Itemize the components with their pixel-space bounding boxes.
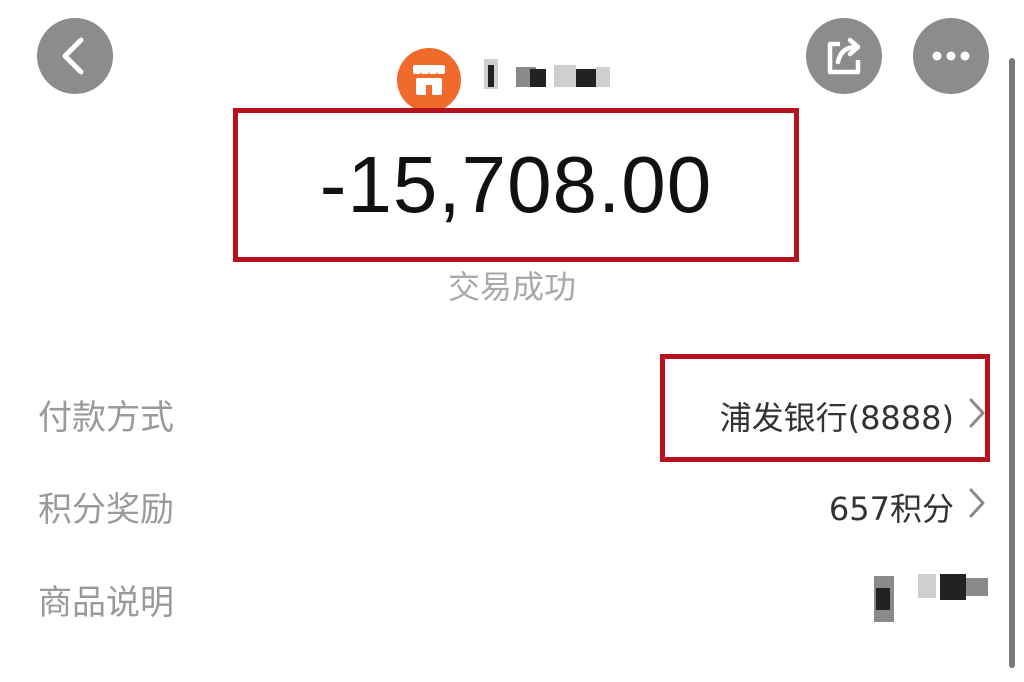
merchant-logo [397,48,461,112]
chevron-right-icon[interactable] [966,486,988,520]
points-reward-value[interactable]: 657积分 [829,484,954,530]
payment-method-label: 付款方式 [38,398,174,438]
transaction-status: 交易成功 [447,268,576,306]
product-description-redacted [870,570,992,622]
product-description-label: 商品说明 [38,583,174,623]
amount-highlight-box: -15,708.00 [233,108,799,262]
scrollbar[interactable] [1009,58,1015,668]
payment-method-value[interactable]: 浦发银行(8888) [720,393,954,439]
transaction-amount: -15,708.00 [319,140,713,229]
points-reward-label: 积分奖励 [38,490,174,530]
merchant-name-redacted [484,47,624,93]
more-dots-icon [932,51,970,61]
more-button[interactable] [913,18,989,94]
share-button[interactable] [806,18,882,94]
back-button[interactable] [37,18,113,94]
chevron-right-icon[interactable] [966,396,988,430]
shop-icon [412,65,446,95]
chevron-left-icon [62,37,84,75]
share-icon [827,37,861,75]
